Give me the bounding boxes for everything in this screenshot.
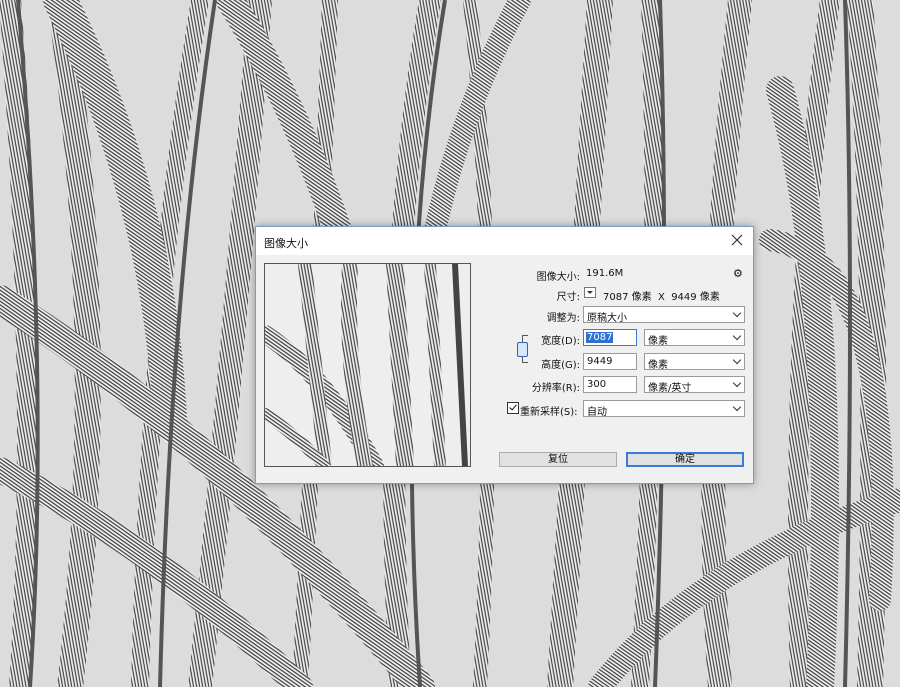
height-unit-value: 像素	[648, 360, 668, 371]
dialog-title: 图像大小	[264, 237, 308, 250]
fit-to-select[interactable]: 原稿大小	[583, 306, 745, 324]
chevron-down-icon	[732, 331, 742, 341]
resample-label: 重新采样(S):	[520, 407, 578, 418]
dimensions-unit-dropdown[interactable]	[584, 287, 596, 298]
width-unit-value: 像素	[648, 336, 668, 347]
fit-to-value: 原稿大小	[587, 313, 627, 324]
image-size-dialog: 图像大小 图像大小: 191.6M ⚙ 尺寸: 7087 像素 X 9449 像…	[255, 226, 754, 484]
close-icon[interactable]	[729, 232, 745, 248]
image-size-label: 图像大小:	[536, 272, 580, 283]
resample-checkbox[interactable]	[507, 402, 519, 414]
dimensions-value: 7087 像素 X 9449 像素	[603, 292, 720, 303]
chevron-down-icon	[732, 355, 742, 365]
height-input[interactable]: 9449	[583, 353, 637, 370]
width-label: 宽度(D):	[541, 336, 580, 347]
resolution-unit-value: 像素/英寸	[648, 383, 692, 394]
fit-to-label: 调整为:	[546, 313, 580, 324]
gear-icon[interactable]: ⚙	[733, 267, 743, 280]
chevron-down-icon	[732, 402, 742, 412]
resolution-input[interactable]: 300	[583, 376, 637, 393]
dimensions-label: 尺寸:	[556, 292, 580, 303]
reset-button[interactable]: 复位	[499, 452, 617, 467]
height-label: 高度(G):	[541, 360, 580, 371]
image-preview[interactable]	[264, 263, 471, 467]
height-value: 9449	[587, 356, 613, 367]
resolution-value: 300	[587, 379, 607, 390]
title-bar: 图像大小	[256, 227, 753, 255]
resample-select[interactable]: 自动	[583, 400, 745, 418]
resolution-label: 分辨率(R):	[531, 383, 580, 394]
width-value: 7087	[586, 332, 614, 343]
image-size-value: 191.6M	[586, 268, 624, 279]
width-input[interactable]: 7087	[583, 329, 637, 346]
chevron-down-icon	[732, 308, 742, 318]
height-unit-select[interactable]: 像素	[644, 353, 745, 371]
width-unit-select[interactable]: 像素	[644, 329, 745, 347]
resample-value: 自动	[587, 407, 607, 418]
chevron-down-icon	[732, 378, 742, 388]
resolution-unit-select[interactable]: 像素/英寸	[644, 376, 745, 394]
ok-button[interactable]: 确定	[626, 452, 744, 467]
